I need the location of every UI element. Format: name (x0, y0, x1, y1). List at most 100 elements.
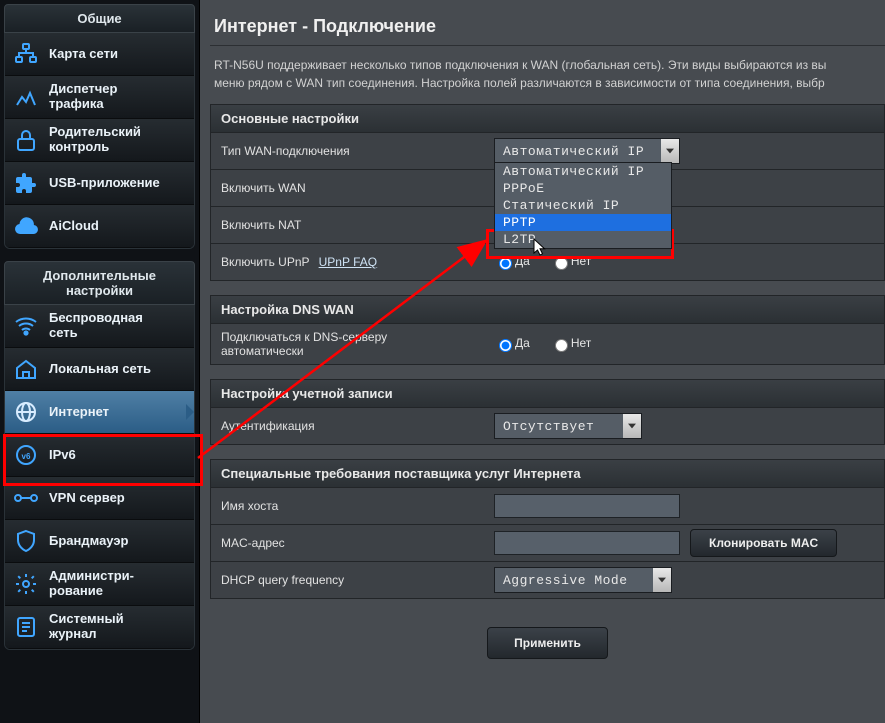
upnp-yes[interactable]: Да (494, 254, 530, 270)
row-hostname: Имя хоста (210, 488, 885, 525)
sidebar-item-label: Системный (49, 612, 124, 627)
sidebar-item-admin[interactable]: Администри- рование (5, 563, 194, 606)
sidebar-item-label: Беспроводная (49, 311, 143, 326)
sidebar-item-usb-app[interactable]: USB-приложение (5, 162, 194, 205)
sidebar-item-label-l2: трафика (49, 97, 117, 112)
section-account-header: Настройка учетной записи (210, 379, 885, 408)
wan-type-option-pppoe[interactable]: PPPoE (495, 180, 671, 197)
dns-yes[interactable]: Да (494, 336, 530, 352)
cloud-icon (13, 213, 39, 239)
sidebar-item-label: USB-приложение (49, 176, 160, 191)
enable-upnp-label: Включить UPnP UPnP FAQ (211, 249, 486, 275)
section-dns-header: Настройка DNS WAN (210, 295, 885, 324)
sidebar-general-list: Карта сети Диспетчер трафика Родительски… (4, 33, 195, 249)
sidebar-item-label-l2: контроль (49, 140, 141, 155)
cursor-icon (533, 238, 547, 256)
wan-type-option-pptp[interactable]: PPTP (495, 214, 671, 231)
dns-no-radio[interactable] (555, 339, 568, 352)
upnp-yes-radio[interactable] (499, 257, 512, 270)
upnp-no[interactable]: Нет (550, 254, 591, 270)
wan-type-dropdown[interactable]: Автоматический IP PPPoE Статический IP P… (494, 162, 672, 249)
sidebar-item-label: Администри- (49, 569, 134, 584)
section-isp-header: Специальные требования поставщика услуг … (210, 459, 885, 488)
sidebar-item-label-l2: сеть (49, 326, 143, 341)
section-dns: Настройка DNS WAN Подключаться к DNS-сер… (210, 295, 885, 365)
hostname-label: Имя хоста (211, 493, 486, 519)
sidebar-item-firewall[interactable]: Брандмауэр (5, 520, 194, 563)
sidebar-item-label: IPv6 (49, 448, 76, 463)
row-wan-type: Тип WAN-подключения Автоматический IP Ав… (210, 133, 885, 170)
vpn-icon (13, 485, 39, 511)
apply-button[interactable]: Применить (487, 627, 608, 659)
chevron-down-icon (653, 568, 671, 592)
home-icon (13, 356, 39, 382)
lock-icon (13, 127, 39, 153)
row-mac: MAC-адрес Клонировать MAC (210, 525, 885, 562)
sidebar-item-lan[interactable]: Локальная сеть (5, 348, 194, 391)
row-dhcp-freq: DHCP query frequency Aggressive Mode (210, 562, 885, 599)
wan-type-select[interactable]: Автоматический IP (494, 138, 680, 164)
apply-row: Применить (210, 613, 885, 669)
chevron-down-icon (623, 414, 641, 438)
row-dns-auto: Подключаться к DNS-серверуавтоматически … (210, 324, 885, 365)
upnp-no-radio[interactable] (555, 257, 568, 270)
sidebar-item-label: Родительский (49, 125, 141, 140)
wifi-icon (13, 313, 39, 339)
dhcp-freq-label: DHCP query frequency (211, 567, 486, 593)
mac-input[interactable] (494, 531, 680, 555)
sidebar-item-ipv6[interactable]: v6 IPv6 (5, 434, 194, 477)
dns-auto-label: Подключаться к DNS-серверуавтоматически (211, 324, 486, 364)
auth-select[interactable]: Отсутствует (494, 413, 642, 439)
wan-type-option-static-ip[interactable]: Статический IP (495, 197, 671, 214)
chevron-down-icon (661, 139, 679, 163)
row-auth: Аутентификация Отсутствует (210, 408, 885, 445)
ipv6-icon: v6 (13, 442, 39, 468)
clone-mac-button[interactable]: Клонировать MAC (690, 529, 837, 557)
sidebar-item-label-l2: журнал (49, 627, 124, 642)
globe-icon (13, 399, 39, 425)
dns-no[interactable]: Нет (550, 336, 591, 352)
main-panel: Интернет - Подключение RT-N56U поддержив… (200, 0, 885, 723)
sidebar-section-general-title: Общие (4, 4, 195, 33)
sidebar-item-label: AiCloud (49, 219, 99, 234)
shield-icon (13, 528, 39, 554)
svg-text:v6: v6 (22, 452, 31, 461)
sidebar-item-internet[interactable]: Интернет (5, 391, 194, 434)
dhcp-freq-select[interactable]: Aggressive Mode (494, 567, 672, 593)
sidebar-section-advanced-title: Дополнительные настройки (4, 261, 195, 305)
enable-nat-label: Включить NAT (211, 212, 486, 238)
log-icon (13, 614, 39, 640)
wan-type-label: Тип WAN-подключения (211, 138, 486, 164)
sidebar-item-label: Интернет (49, 405, 109, 420)
sidebar: Общие Карта сети Диспетчер трафика (0, 0, 200, 723)
network-map-icon (13, 41, 39, 67)
sidebar-item-label: VPN сервер (49, 491, 125, 506)
sidebar-item-parental[interactable]: Родительский контроль (5, 119, 194, 162)
section-basic-header: Основные настройки (210, 104, 885, 133)
dns-yes-radio[interactable] (499, 339, 512, 352)
sidebar-item-syslog[interactable]: Системный журнал (5, 606, 194, 649)
sidebar-item-label-l2: рование (49, 584, 134, 599)
section-basic: Основные настройки Тип WAN-подключения А… (210, 104, 885, 281)
page-title: Интернет - Подключение (210, 6, 885, 46)
sidebar-item-traffic-manager[interactable]: Диспетчер трафика (5, 76, 194, 119)
wan-type-option-l2tp[interactable]: L2TP (495, 231, 671, 248)
hostname-input[interactable] (494, 494, 680, 518)
upnp-faq-link[interactable]: UPnP FAQ (319, 255, 377, 269)
wan-type-option-auto-ip[interactable]: Автоматический IP (495, 163, 671, 180)
sidebar-item-label: Брандмауэр (49, 534, 128, 549)
sidebar-item-aicloud[interactable]: AiCloud (5, 205, 194, 248)
gear-icon (13, 571, 39, 597)
sidebar-advanced-list: Беспроводная сеть Локальная сеть Интерне… (4, 305, 195, 650)
mac-label: MAC-адрес (211, 530, 486, 556)
sidebar-item-label: Локальная сеть (49, 362, 151, 377)
auth-label: Аутентификация (211, 413, 486, 439)
sidebar-item-wireless[interactable]: Беспроводная сеть (5, 305, 194, 348)
puzzle-icon (13, 170, 39, 196)
sidebar-item-network-map[interactable]: Карта сети (5, 33, 194, 76)
section-isp: Специальные требования поставщика услуг … (210, 459, 885, 599)
enable-wan-label: Включить WAN (211, 175, 486, 201)
row-enable-upnp: Включить UPnP UPnP FAQ Да Нет (210, 244, 885, 281)
sidebar-item-vpn[interactable]: VPN сервер (5, 477, 194, 520)
section-account: Настройка учетной записи Аутентификация … (210, 379, 885, 445)
